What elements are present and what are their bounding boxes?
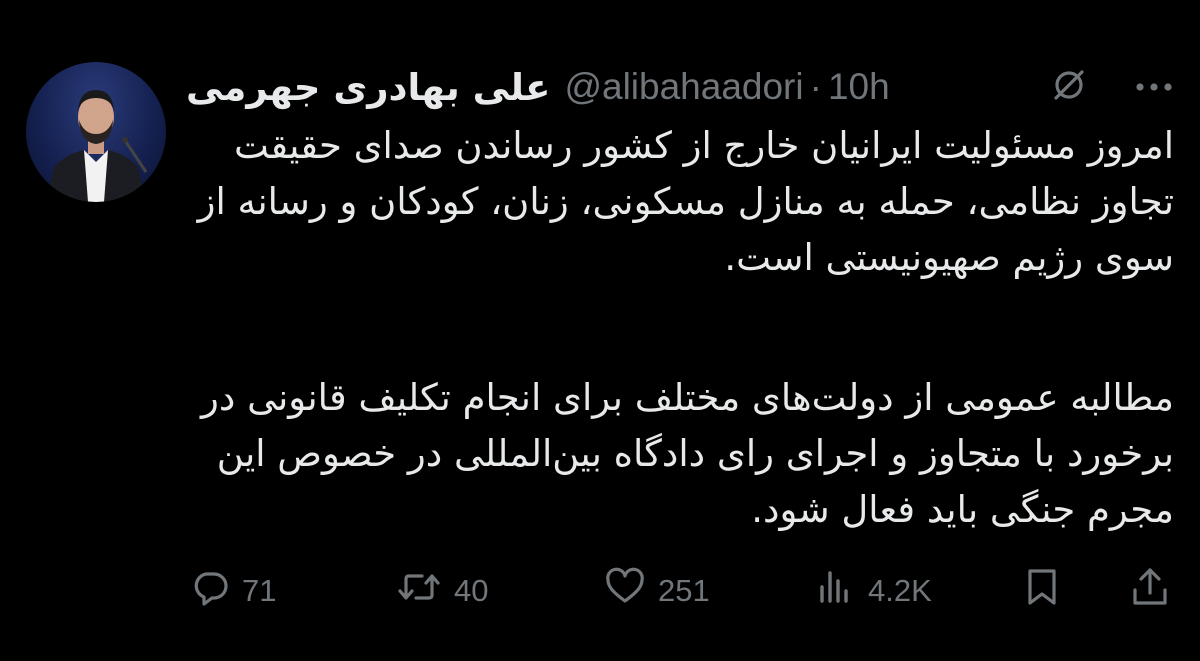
reply-button[interactable]: 71 — [190, 567, 276, 615]
grok-icon[interactable] — [1050, 66, 1088, 108]
like-count: 251 — [658, 573, 710, 608]
bookmark-button[interactable] — [1022, 566, 1062, 616]
tweet-text: امروز مسئولیت ایرانیان خارج از کشور رسان… — [186, 118, 1174, 538]
share-icon — [1130, 566, 1170, 616]
reply-count: 71 — [242, 573, 277, 608]
separator-dot: · — [809, 66, 822, 107]
tweet-paragraph: مطالبه عمومی از دولت‌های مختلف برای انجا… — [201, 376, 1174, 531]
reply-icon — [190, 567, 230, 615]
retweet-count: 40 — [454, 573, 489, 608]
views-count: 4.2K — [868, 573, 932, 608]
timestamp[interactable]: 10h — [828, 66, 890, 108]
tweet: علی بهادری جهرمی @alibahaadori · 10h امر… — [0, 0, 1200, 661]
views-icon — [816, 567, 856, 615]
tweet-header: علی بهادری جهرمی @alibahaadori · 10h — [186, 62, 890, 112]
share-button[interactable] — [1130, 566, 1170, 616]
tweet-paragraph: امروز مسئولیت ایرانیان خارج از کشور رسان… — [197, 124, 1174, 279]
retweet-icon — [396, 567, 442, 615]
handle[interactable]: @alibahaadori — [564, 66, 803, 108]
display-name[interactable]: علی بهادری جهرمی — [186, 66, 550, 109]
like-button[interactable]: 251 — [604, 567, 710, 615]
avatar[interactable] — [26, 62, 166, 202]
action-bar: 71 40 251 4.2K — [186, 566, 1174, 616]
header-icons — [1050, 62, 1174, 112]
heart-icon — [604, 567, 646, 615]
views-button[interactable]: 4.2K — [816, 567, 932, 615]
retweet-button[interactable]: 40 — [396, 567, 488, 615]
more-icon[interactable] — [1134, 78, 1174, 97]
bookmark-icon — [1022, 566, 1062, 616]
